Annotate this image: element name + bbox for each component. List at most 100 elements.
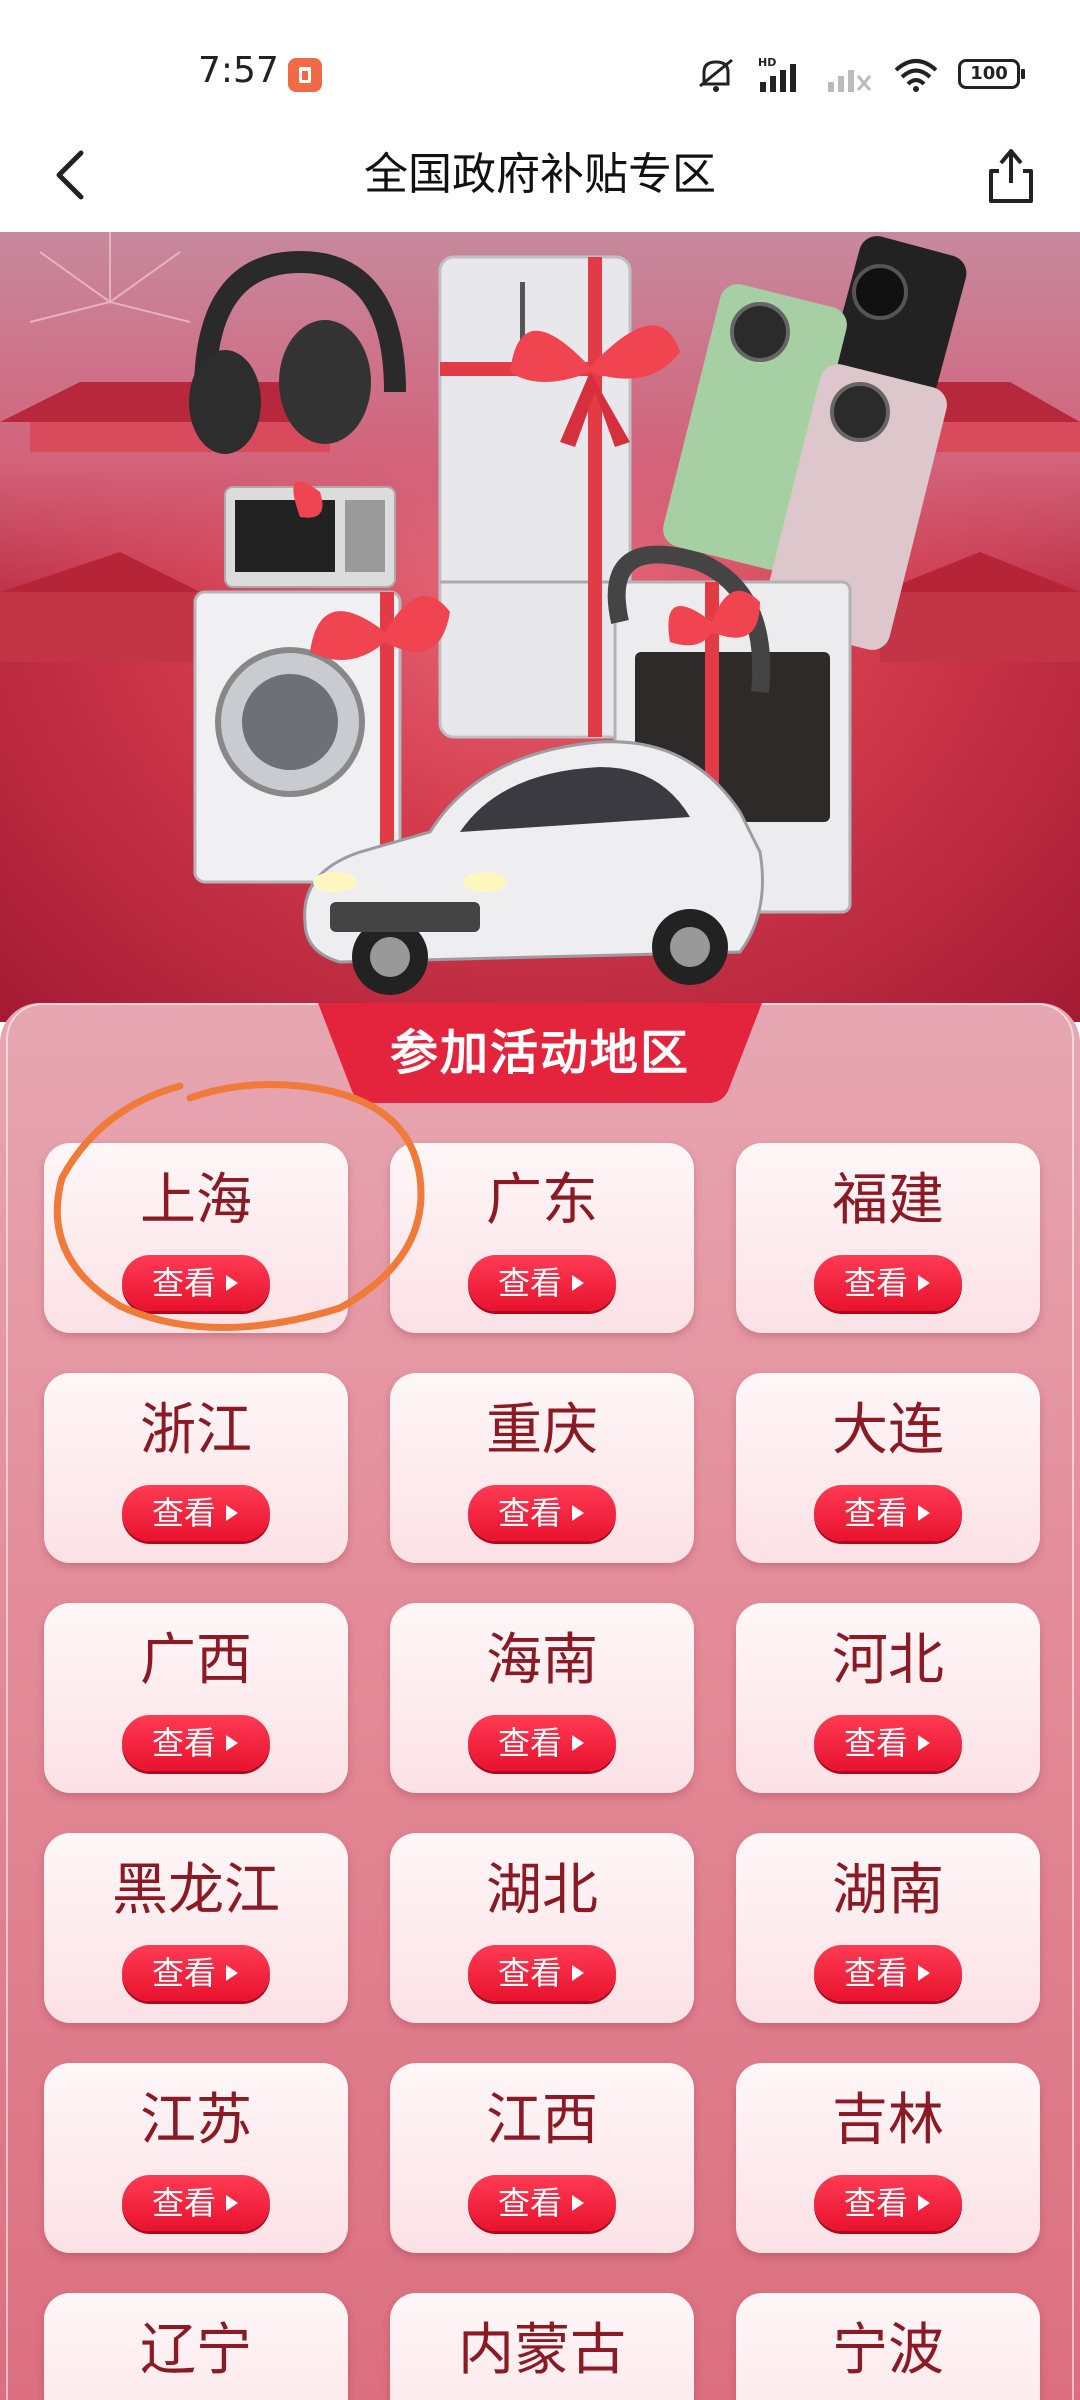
view-button[interactable]: 查看 — [122, 1945, 270, 2001]
region-card[interactable]: 上海查看 — [44, 1143, 348, 1333]
view-button[interactable]: 查看 — [468, 2175, 616, 2231]
region-card[interactable]: 海南 查看 — [390, 1603, 694, 1793]
view-button[interactable]: 查看 — [814, 1485, 962, 1541]
panel-title: 参加活动地区 — [389, 1025, 690, 1081]
view-button-label: 查看 — [151, 1724, 216, 1762]
play-arrow-icon — [572, 1275, 584, 1291]
region-name: 海南 — [486, 1628, 598, 1693]
region-name: 江苏 — [140, 2088, 252, 2153]
region-name: 湖南 — [832, 1858, 944, 1923]
region-panel: 参加活动地区 上海 查看 广东 查看 福建 查看 浙江 查看 重庆 查看 大连 查看 广西 查看 海南 查看河… — [0, 1003, 1080, 2400]
region-name: 上海 — [140, 1168, 252, 1233]
region-card[interactable]: 江苏查看 — [44, 2063, 348, 2253]
region-card[interactable]: 江西查看 — [390, 2063, 694, 2253]
play-arrow-icon — [918, 1275, 930, 1291]
region-name: 福建 — [832, 1168, 944, 1233]
page-title: 全国政府补贴专区 — [364, 149, 716, 200]
status-icons: HD 100 — [694, 54, 1025, 94]
view-button[interactable]: 查看 — [122, 1715, 270, 1771]
svg-text:HD: HD — [758, 56, 776, 69]
view-button[interactable]: 查看 — [122, 1255, 270, 1311]
region-card[interactable]: 辽宁查看 — [44, 2293, 348, 2400]
region-card[interactable]: 吉林查看 — [736, 2063, 1040, 2253]
microwave-icon — [224, 481, 396, 588]
view-button-label: 查看 — [843, 1494, 908, 1532]
wifi-icon — [894, 59, 938, 92]
region-name: 重庆 — [486, 1398, 598, 1463]
view-button[interactable]: 查看 — [468, 1255, 616, 1311]
view-button[interactable]: 查看 — [122, 1485, 270, 1541]
view-button[interactable]: 查看 — [814, 1255, 962, 1311]
region-card[interactable]: 黑龙江查看 — [44, 1833, 348, 2023]
region-card[interactable]: 重庆查看 — [390, 1373, 694, 1563]
play-arrow-icon — [226, 1965, 238, 1981]
region-card[interactable]: 浙江查看 — [44, 1373, 348, 1563]
view-button[interactable]: 查看 — [122, 2175, 270, 2231]
view-button-label: 查看 — [843, 2184, 908, 2222]
view-button-label: 查看 — [151, 1264, 216, 1302]
play-arrow-icon — [572, 1735, 584, 1751]
play-arrow-icon — [572, 2195, 584, 2211]
region-card[interactable]: 内蒙古查看 — [390, 2293, 694, 2400]
view-button[interactable]: 查看 — [468, 1715, 616, 1771]
nav-bar: 全国政府补贴专区 — [0, 120, 1080, 232]
share-icon — [989, 149, 1033, 203]
region-name: 内蒙古 — [458, 2318, 626, 2383]
play-arrow-icon — [226, 2195, 238, 2211]
play-arrow-icon — [918, 1965, 930, 1981]
app-notification-icon — [288, 58, 322, 92]
view-button-label: 查看 — [497, 1494, 562, 1532]
play-arrow-icon — [918, 1505, 930, 1521]
fireworks-icon — [29, 232, 191, 323]
status-bar: 7:57 HD 100 — [0, 0, 1080, 120]
view-button-label: 查看 — [497, 1264, 562, 1302]
play-arrow-icon — [226, 1505, 238, 1521]
play-arrow-icon — [226, 1275, 238, 1291]
view-button[interactable]: 查看 — [814, 2175, 962, 2231]
play-arrow-icon — [572, 1965, 584, 1981]
region-grid: 上海 查看 广东 查看 福建 查看 浙江 查看 重庆 查看 大连 查看 广西 查看 海南 查看 河北 查看 黑龙江查… — [44, 1143, 1040, 2400]
region-name: 河北 — [832, 1628, 944, 1693]
view-button[interactable]: 查看 — [814, 1945, 962, 2001]
region-name: 浙江 — [140, 1398, 252, 1463]
region-name: 广西 — [140, 1628, 252, 1693]
play-arrow-icon — [918, 2195, 930, 2211]
view-button-label: 查看 — [151, 1494, 216, 1532]
battery-icon: 100 — [958, 59, 1025, 89]
view-button-label: 查看 — [151, 1954, 216, 1992]
view-button[interactable]: 查看 — [814, 1715, 962, 1771]
region-card[interactable]: 湖北查看 — [390, 1833, 694, 2023]
status-time: 7:57 — [198, 50, 279, 91]
view-button-label: 查看 — [843, 1954, 908, 1992]
region-card[interactable]: 大连查看 — [736, 1373, 1040, 1563]
region-card[interactable]: 宁波查看 — [736, 2293, 1040, 2400]
region-name: 辽宁 — [140, 2318, 252, 2383]
region-card[interactable]: 河北查看 — [736, 1603, 1040, 1793]
region-card[interactable]: 广东 查看 — [390, 1143, 694, 1333]
view-button-label: 查看 — [497, 2184, 562, 2222]
hd-signal-icon: HD — [758, 56, 796, 92]
region-name: 大连 — [832, 1398, 944, 1463]
share-button[interactable] — [976, 140, 1046, 210]
region-name: 江西 — [486, 2088, 598, 2153]
region-card[interactable]: 湖南查看 — [736, 1833, 1040, 2023]
view-button-label: 查看 — [151, 2184, 216, 2222]
promo-banner[interactable] — [0, 232, 1080, 1022]
mute-icon — [699, 58, 733, 92]
region-name: 黑龙江 — [112, 1858, 280, 1923]
view-button-label: 查看 — [497, 1954, 562, 1992]
region-name: 宁波 — [832, 2318, 944, 2383]
view-button[interactable]: 查看 — [468, 1485, 616, 1541]
banner-illustration — [0, 232, 1080, 995]
view-button-label: 查看 — [843, 1724, 908, 1762]
view-button-label: 查看 — [843, 1264, 908, 1302]
play-arrow-icon — [918, 1735, 930, 1751]
signal-icon — [828, 70, 872, 92]
region-name: 吉林 — [832, 2088, 944, 2153]
region-card[interactable]: 广西查看 — [44, 1603, 348, 1793]
region-name: 湖北 — [486, 1858, 598, 1923]
region-card[interactable]: 福建查看 — [736, 1143, 1040, 1333]
play-arrow-icon — [572, 1505, 584, 1521]
play-arrow-icon — [226, 1735, 238, 1751]
view-button[interactable]: 查看 — [468, 1945, 616, 2001]
